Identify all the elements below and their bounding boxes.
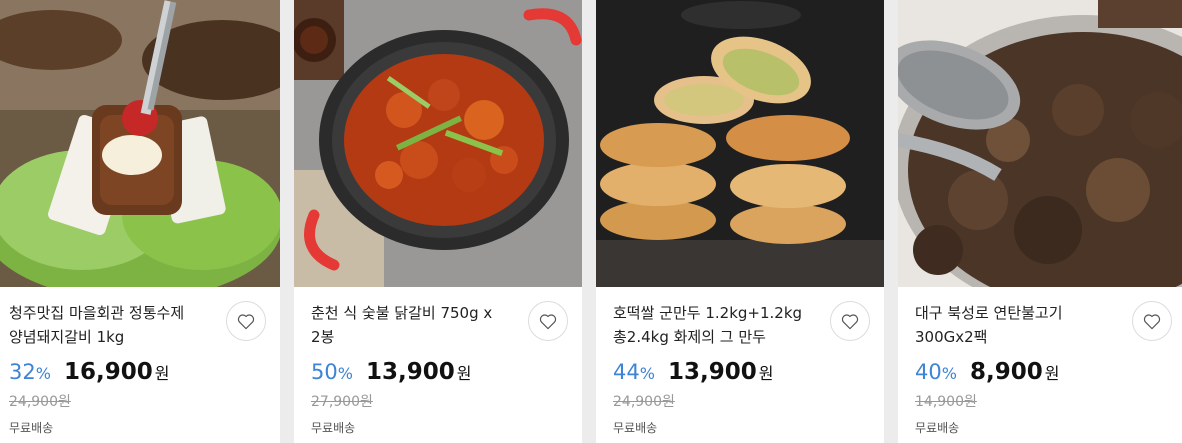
price-row: 32% 16,900 원: [9, 359, 170, 385]
discount-rate: 44%: [613, 360, 655, 384]
product-card[interactable]: 대구 북성로 연탄불고기 300Gx2팩 40% 8,900 원 14,900원 …: [898, 0, 1182, 443]
sale-price: 13,900: [668, 359, 757, 385]
product-card[interactable]: 춘천 식 숯불 닭갈비 750g x 2봉 50% 13,900 원 27,900…: [294, 0, 582, 443]
product-card[interactable]: 청주맛집 마을회관 정통수제 양념돼지갈비 1kg 32% 16,900 원 24…: [0, 0, 280, 443]
original-price: 14,900원: [915, 394, 977, 410]
product-image[interactable]: [596, 0, 884, 287]
wishlist-button[interactable]: [226, 301, 266, 341]
product-row: 청주맛집 마을회관 정통수제 양념돼지갈비 1kg 32% 16,900 원 24…: [0, 0, 1182, 443]
sale-price: 16,900: [64, 359, 153, 385]
currency-unit: 원: [456, 364, 472, 383]
heart-outline-icon: [841, 313, 859, 329]
shipping-label: 무료배송: [9, 421, 54, 435]
wishlist-button[interactable]: [1132, 301, 1172, 341]
shipping-label: 무료배송: [915, 421, 960, 435]
product-card[interactable]: 호떡쌀 군만두 1.2kg+1.2kg 총2.4kg 화제의 그 만두 44% …: [596, 0, 884, 443]
product-title[interactable]: 호떡쌀 군만두 1.2kg+1.2kg 총2.4kg 화제의 그 만두: [613, 301, 813, 349]
discount-rate: 32%: [9, 360, 51, 384]
sale-price: 13,900: [366, 359, 455, 385]
currency-unit: 원: [758, 364, 774, 383]
product-title[interactable]: 춘천 식 숯불 닭갈비 750g x 2봉: [311, 301, 511, 349]
shipping-label: 무료배송: [613, 421, 658, 435]
sale-price: 8,900: [970, 359, 1043, 385]
heart-outline-icon: [237, 313, 255, 329]
price-row: 40% 8,900 원: [915, 359, 1060, 385]
wishlist-button[interactable]: [830, 301, 870, 341]
wishlist-button[interactable]: [528, 301, 568, 341]
product-image[interactable]: [0, 0, 280, 287]
heart-outline-icon: [1143, 313, 1161, 329]
currency-unit: 원: [1044, 364, 1060, 383]
product-image[interactable]: [898, 0, 1182, 287]
currency-unit: 원: [154, 364, 170, 383]
original-price: 24,900원: [613, 394, 675, 410]
product-image[interactable]: [294, 0, 582, 287]
discount-rate: 50%: [311, 360, 353, 384]
price-row: 50% 13,900 원: [311, 359, 472, 385]
original-price: 27,900원: [311, 394, 373, 410]
shipping-label: 무료배송: [311, 421, 356, 435]
original-price: 24,900원: [9, 394, 71, 410]
price-row: 44% 13,900 원: [613, 359, 774, 385]
discount-rate: 40%: [915, 360, 957, 384]
product-title[interactable]: 청주맛집 마을회관 정통수제 양념돼지갈비 1kg: [9, 301, 209, 349]
heart-outline-icon: [539, 313, 557, 329]
product-title[interactable]: 대구 북성로 연탄불고기 300Gx2팩: [915, 301, 1115, 349]
